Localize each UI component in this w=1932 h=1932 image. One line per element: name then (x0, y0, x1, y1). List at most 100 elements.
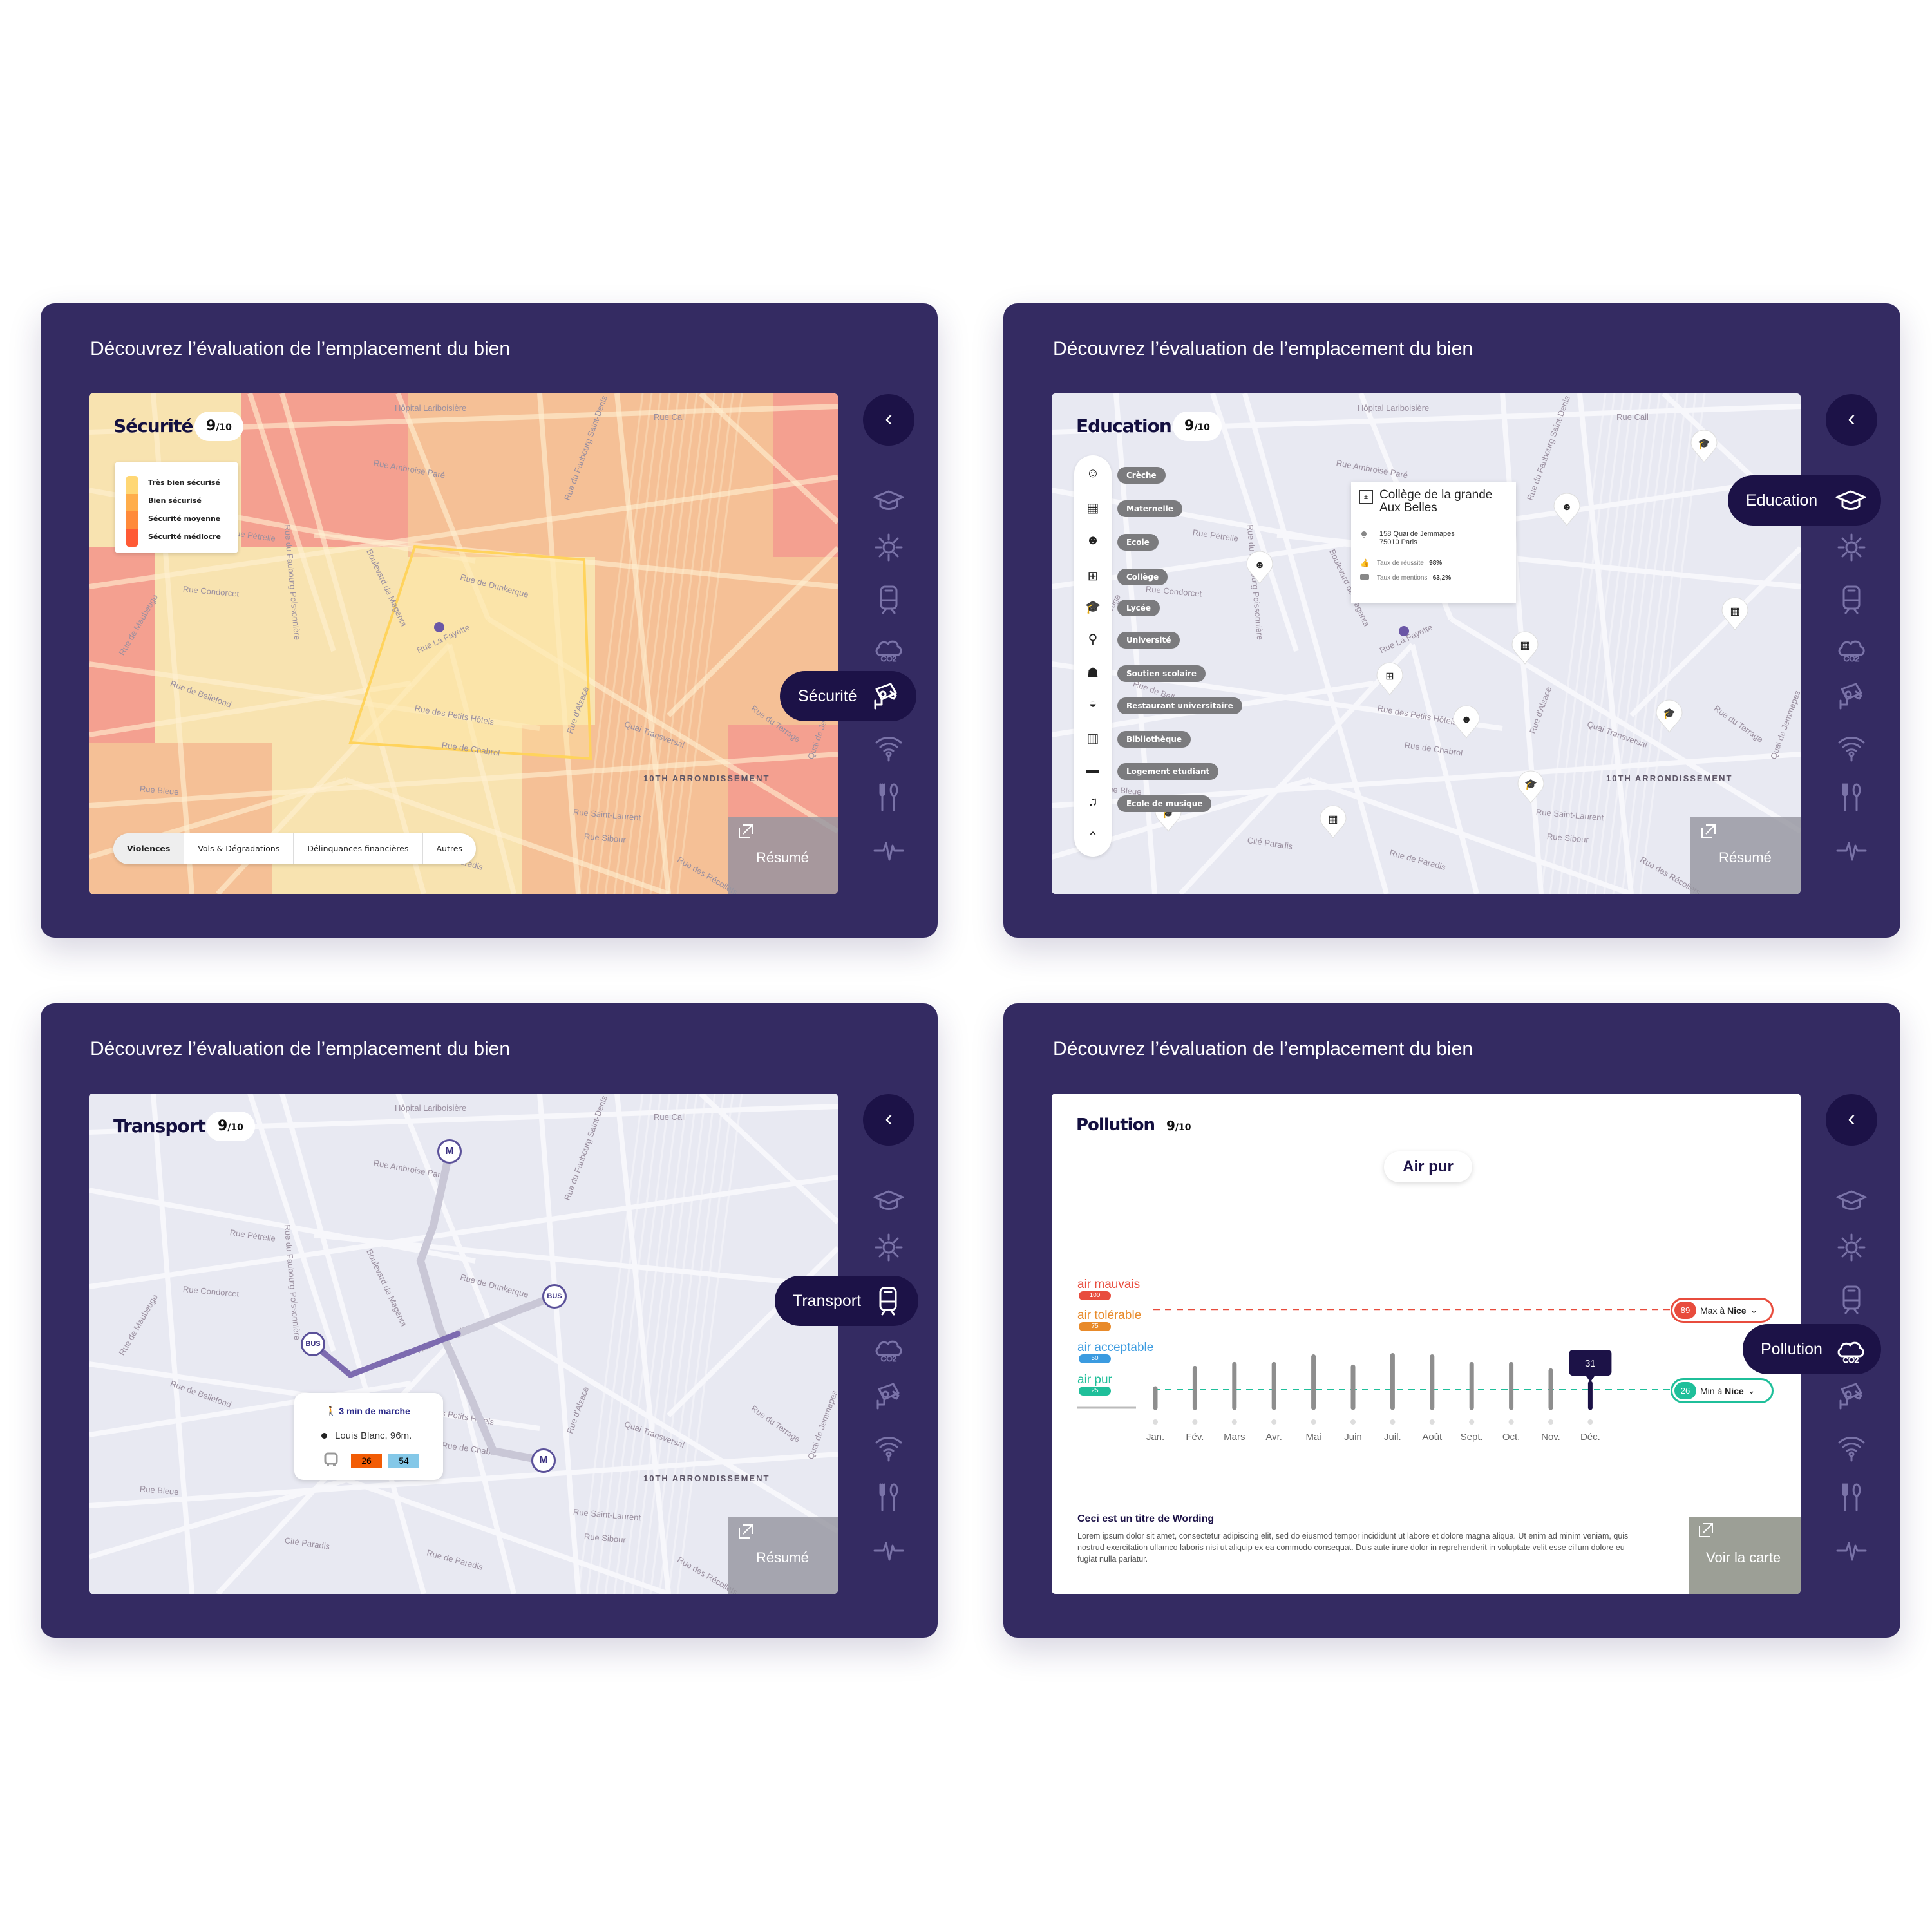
active-category-pill[interactable]: Transport (775, 1276, 918, 1326)
filter-label[interactable]: Bibliothèque (1117, 731, 1191, 748)
back-button[interactable]: ‹ (1826, 1094, 1877, 1146)
baby-icon[interactable]: ☺ (1074, 466, 1112, 481)
filter-label[interactable]: Restaurant universitaire (1117, 697, 1242, 714)
school-map-pin[interactable]: ☻ (1553, 492, 1581, 527)
bus-line-badge[interactable]: 54 (388, 1454, 419, 1468)
wifi-icon[interactable] (873, 1430, 905, 1462)
resume-button[interactable]: Résumé (1690, 817, 1801, 894)
cloud-co2-icon[interactable]: CO2 (1835, 632, 1868, 664)
active-category-pill[interactable]: Pollution CO2 (1743, 1324, 1881, 1374)
train-icon[interactable] (1835, 583, 1868, 616)
pulse-icon[interactable] (873, 1533, 905, 1566)
bus-line-badge[interactable]: 26 (351, 1454, 382, 1468)
security-map[interactable]: Hôpital Lariboisière Rue Ambroise Paré Bou… (89, 393, 838, 894)
books-icon[interactable]: ▥ (1074, 730, 1112, 746)
wifi-icon[interactable] (1835, 1430, 1868, 1462)
school-map-pin[interactable]: ⊞ (1376, 661, 1404, 696)
back-button[interactable]: ‹ (1826, 394, 1877, 446)
filter-label[interactable]: Maternelle (1117, 500, 1182, 517)
filter-label[interactable]: Ecole (1117, 534, 1159, 551)
school-map-pin[interactable]: 🎓 (1690, 429, 1718, 464)
bus-stop[interactable]: BUS (542, 1284, 567, 1309)
resume-button[interactable]: Résumé (728, 817, 838, 894)
month-label: Nov. (1541, 1432, 1560, 1443)
svg-text:▦: ▦ (1520, 640, 1530, 651)
burger-icon[interactable]: ◒ (1074, 697, 1112, 712)
score-badge: 9/10 (194, 412, 243, 441)
pulse-icon[interactable] (1835, 833, 1868, 866)
back-button[interactable]: ‹ (863, 1094, 914, 1146)
school-map-pin[interactable]: ☻ (1452, 705, 1481, 739)
fork-spoon-icon[interactable] (873, 1481, 905, 1513)
security-camera-icon[interactable] (1835, 680, 1868, 712)
train-icon[interactable] (1835, 1283, 1868, 1316)
tab-violences[interactable]: Violences (113, 833, 184, 864)
view-map-button[interactable]: Voir la carte (1689, 1517, 1801, 1594)
resume-button[interactable]: Résumé (728, 1517, 838, 1594)
school-map-pin[interactable]: ▦ (1721, 596, 1749, 631)
min-city-selector[interactable]: 26 Min à Nice ⌄ (1671, 1378, 1774, 1403)
fork-spoon-icon[interactable] (1835, 781, 1868, 813)
school-map-pin[interactable]: ▦ (1511, 630, 1539, 665)
sun-icon[interactable] (1835, 531, 1868, 564)
filter-label[interactable]: Collège (1117, 569, 1168, 585)
metro-stop[interactable]: M (531, 1448, 556, 1473)
active-category-pill[interactable]: Education (1728, 475, 1881, 526)
min-city: Nice (1725, 1385, 1744, 1396)
abc-blocks-icon[interactable]: ▦ (1074, 500, 1112, 516)
wifi-icon[interactable] (1835, 730, 1868, 762)
max-city-selector[interactable]: 89 Max à Nice ⌄ (1671, 1298, 1774, 1323)
bus-icon (324, 1452, 338, 1466)
tab-delinquances-financieres[interactable]: Délinquances financières (293, 833, 422, 864)
month-dot (1548, 1419, 1553, 1425)
security-camera-icon[interactable] (873, 1380, 905, 1412)
active-category-pill[interactable]: Sécurité (780, 671, 916, 721)
graduation-cap-icon[interactable]: 🎓 (1074, 599, 1112, 615)
fork-spoon-icon[interactable] (1835, 1481, 1868, 1513)
wifi-icon[interactable] (873, 730, 905, 762)
cloud-co2-icon[interactable]: CO2 (873, 1332, 905, 1364)
min-label: Min à (1700, 1385, 1723, 1396)
filter-label[interactable]: Logement etudiant (1117, 763, 1219, 780)
school-map-pin[interactable]: 🎓 (1655, 699, 1683, 734)
bed-icon[interactable]: ▬ (1074, 762, 1112, 777)
music-note-icon[interactable]: ♫ (1074, 795, 1112, 810)
diploma-icon[interactable]: ⚲ (1074, 631, 1112, 647)
metro-stop[interactable]: M (437, 1139, 462, 1164)
sun-icon[interactable] (1835, 1231, 1868, 1264)
graduation-cap-icon[interactable] (873, 1184, 905, 1217)
back-button[interactable]: ‹ (863, 394, 914, 446)
pulse-icon[interactable] (1835, 1533, 1868, 1566)
filter-label[interactable]: Soutien scolaire (1117, 665, 1206, 682)
filter-label[interactable]: Lycée (1117, 600, 1160, 616)
school-map-pin[interactable]: ▦ (1319, 804, 1347, 839)
train-icon[interactable] (873, 583, 905, 616)
teacher-icon[interactable]: ☗ (1074, 665, 1112, 681)
cloud-co2-icon: CO2 (1837, 1341, 1864, 1365)
sun-icon[interactable] (873, 531, 905, 564)
bus-stop[interactable]: BUS (301, 1332, 325, 1356)
category-title: Sécurité (113, 415, 193, 437)
filter-label[interactable]: Université (1117, 632, 1180, 649)
chevron-up-icon[interactable]: ⌃ (1074, 829, 1112, 845)
graduation-cap-icon[interactable] (1835, 1184, 1868, 1217)
wording-text: Lorem ipsum dolor sit amet, consectetur … (1077, 1531, 1629, 1564)
transport-map[interactable]: Hôpital Lariboisière Rue Ambroise Paré Bou… (89, 1094, 838, 1594)
address-line: 75010 Paris (1379, 538, 1417, 546)
security-camera-icon[interactable] (1835, 1380, 1868, 1412)
pulse-icon[interactable] (873, 833, 905, 866)
calculator-icon[interactable]: ⊞ (1074, 568, 1112, 584)
fork-spoon-icon[interactable] (873, 781, 905, 813)
sun-icon[interactable] (873, 1231, 905, 1264)
tab-autres[interactable]: Autres (422, 833, 476, 864)
filter-label[interactable]: Crèche (1117, 467, 1166, 484)
filter-label[interactable]: Ecole de musique (1117, 795, 1212, 812)
children-icon[interactable]: ☻ (1074, 533, 1112, 548)
school-map-pin[interactable]: 🎓 (1517, 770, 1545, 804)
graduation-cap-icon[interactable] (873, 484, 905, 516)
school-map-pin[interactable]: ☻ (1245, 550, 1274, 585)
nearest-stop-label: Louis Blanc, 96m. (335, 1430, 412, 1441)
tab-vols-degradations[interactable]: Vols & Dégradations (184, 833, 293, 864)
education-map[interactable]: Hôpital Lariboisière Rue Ambroise Paré Bou… (1052, 393, 1801, 894)
cloud-co2-icon[interactable]: CO2 (873, 632, 905, 664)
